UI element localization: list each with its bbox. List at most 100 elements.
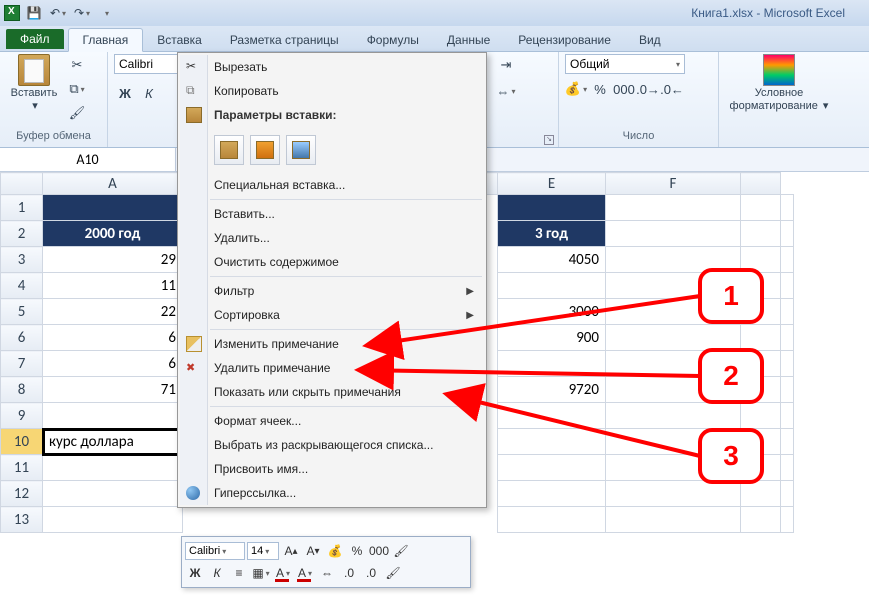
- menu-filter[interactable]: Фильтр▶: [180, 279, 484, 303]
- menu-delete-comment[interactable]: Удалить примечание: [180, 356, 484, 380]
- tab-review[interactable]: Рецензирование: [504, 29, 625, 51]
- cell[interactable]: 6: [43, 351, 183, 377]
- cell[interactable]: 22: [43, 299, 183, 325]
- row-header[interactable]: 7: [1, 351, 43, 377]
- cell-selected[interactable]: курс доллара: [43, 429, 183, 455]
- mini-italic[interactable]: К: [207, 563, 227, 583]
- comma-icon[interactable]: 000: [369, 541, 389, 561]
- paste-option-formatting[interactable]: [250, 135, 280, 165]
- row-header[interactable]: 10: [1, 429, 43, 455]
- conditional-formatting-button[interactable]: Условное форматирование ▾: [725, 54, 833, 112]
- cell[interactable]: 3000: [498, 299, 606, 325]
- decrease-decimal-icon[interactable]: .0←: [661, 78, 683, 100]
- row-header[interactable]: 13: [1, 507, 43, 533]
- row-header[interactable]: 5: [1, 299, 43, 325]
- copy-icon: [186, 83, 202, 99]
- tab-insert[interactable]: Вставка: [143, 29, 216, 51]
- undo-icon[interactable]: ↶▾: [48, 3, 68, 23]
- menu-show-hide-comments[interactable]: Показать или скрыть примечания: [180, 380, 484, 404]
- cell[interactable]: x: [498, 273, 606, 299]
- tab-view[interactable]: Вид: [625, 29, 675, 51]
- paste-option-picture[interactable]: [286, 135, 316, 165]
- increase-font-icon[interactable]: A▴: [281, 541, 301, 561]
- row-header[interactable]: 3: [1, 247, 43, 273]
- cell[interactable]: 2000 год: [43, 221, 183, 247]
- row-header[interactable]: 12: [1, 481, 43, 507]
- tab-formulas[interactable]: Формулы: [353, 29, 433, 51]
- currency-icon[interactable]: 💰▾: [565, 78, 587, 100]
- col-header-f[interactable]: F: [606, 173, 741, 195]
- row-header[interactable]: 4: [1, 273, 43, 299]
- fill-color-icon[interactable]: A▾: [273, 563, 293, 583]
- menu-dropdown-list[interactable]: Выбрать из раскрывающегося списка...: [180, 433, 484, 457]
- cell[interactable]: x: [498, 351, 606, 377]
- number-format-box[interactable]: Общий ▾: [565, 54, 685, 74]
- paste-option-values[interactable]: [214, 135, 244, 165]
- row-header[interactable]: 1: [1, 195, 43, 221]
- qat-customize-icon[interactable]: ▾: [96, 3, 116, 23]
- comma-style-icon[interactable]: 000: [613, 78, 635, 100]
- menu-copy[interactable]: Копировать: [180, 79, 484, 103]
- cell[interactable]: 9720: [498, 377, 606, 403]
- row-header[interactable]: 9: [1, 403, 43, 429]
- bold-button[interactable]: Ж: [114, 82, 136, 104]
- wrap-text-icon[interactable]: ⇥: [495, 54, 517, 76]
- copy-icon[interactable]: ⧉▾: [66, 78, 88, 100]
- tab-data[interactable]: Данные: [433, 29, 504, 51]
- row-header[interactable]: 2: [1, 221, 43, 247]
- cell[interactable]: 6: [43, 325, 183, 351]
- percent-icon[interactable]: %: [347, 541, 367, 561]
- menu-hyperlink[interactable]: Гиперссылка...: [180, 481, 484, 505]
- redo-icon[interactable]: ↷▾: [72, 3, 92, 23]
- format-painter-icon[interactable]: 🖌: [391, 541, 411, 561]
- menu-insert[interactable]: Вставить...: [180, 202, 484, 226]
- menu-edit-comment[interactable]: Изменить примечание: [180, 332, 484, 356]
- increase-decimal-icon[interactable]: .0→: [637, 78, 659, 100]
- align-center-icon[interactable]: ≡: [229, 563, 249, 583]
- tab-home[interactable]: Главная: [68, 28, 144, 52]
- menu-clear-contents[interactable]: Очистить содержимое: [180, 250, 484, 274]
- name-box[interactable]: A10: [0, 148, 176, 171]
- paste-button[interactable]: Вставить ▾: [6, 54, 62, 112]
- menu-delete[interactable]: Удалить...: [180, 226, 484, 250]
- menu-paste-special[interactable]: Специальная вставка...: [180, 173, 484, 197]
- currency-icon[interactable]: 💰: [325, 541, 345, 561]
- select-all-corner[interactable]: [1, 173, 43, 195]
- row-header[interactable]: 11: [1, 455, 43, 481]
- cut-icon[interactable]: ✂: [66, 54, 88, 76]
- alignment-launcher-icon[interactable]: ↘: [544, 135, 554, 145]
- save-icon[interactable]: 💾: [24, 3, 44, 23]
- decrease-decimal-icon[interactable]: .0: [361, 563, 381, 583]
- mini-bold[interactable]: Ж: [185, 563, 205, 583]
- menu-format-cells[interactable]: Формат ячеек...: [180, 409, 484, 433]
- mini-font-name[interactable]: Calibri▾: [185, 542, 245, 560]
- cell[interactable]: 900: [498, 325, 606, 351]
- tab-file[interactable]: Файл: [6, 29, 64, 49]
- format-icon[interactable]: 🖌: [383, 563, 403, 583]
- increase-decimal-icon[interactable]: .0: [339, 563, 359, 583]
- row-header[interactable]: 6: [1, 325, 43, 351]
- cell[interactable]: 11: [43, 273, 183, 299]
- menu-sort[interactable]: Сортировка▶: [180, 303, 484, 327]
- mini-font-size[interactable]: 14▾: [247, 542, 279, 560]
- chevron-right-icon: ▶: [466, 286, 474, 297]
- group-clipboard-title: Буфер обмена: [6, 129, 101, 147]
- tab-page-layout[interactable]: Разметка страницы: [216, 29, 353, 51]
- format-painter-icon[interactable]: 🖌: [66, 102, 88, 124]
- italic-button[interactable]: К: [138, 82, 160, 104]
- borders-icon[interactable]: ▦▾: [251, 563, 271, 583]
- col-header-a[interactable]: A: [43, 173, 183, 195]
- cell[interactable]: 4050: [498, 247, 606, 273]
- cell[interactable]: 71: [43, 377, 183, 403]
- merge-center-icon[interactable]: ⇔▾: [495, 80, 517, 102]
- cell[interactable]: 3 год: [498, 221, 606, 247]
- decrease-font-icon[interactable]: A▾: [303, 541, 323, 561]
- cell[interactable]: 29: [43, 247, 183, 273]
- merge-icon[interactable]: ⇔: [317, 563, 337, 583]
- row-header[interactable]: 8: [1, 377, 43, 403]
- font-color-icon[interactable]: A▾: [295, 563, 315, 583]
- col-header-e[interactable]: E: [498, 173, 606, 195]
- menu-cut[interactable]: Вырезать: [180, 55, 484, 79]
- menu-define-name[interactable]: Присвоить имя...: [180, 457, 484, 481]
- percent-icon[interactable]: %: [589, 78, 611, 100]
